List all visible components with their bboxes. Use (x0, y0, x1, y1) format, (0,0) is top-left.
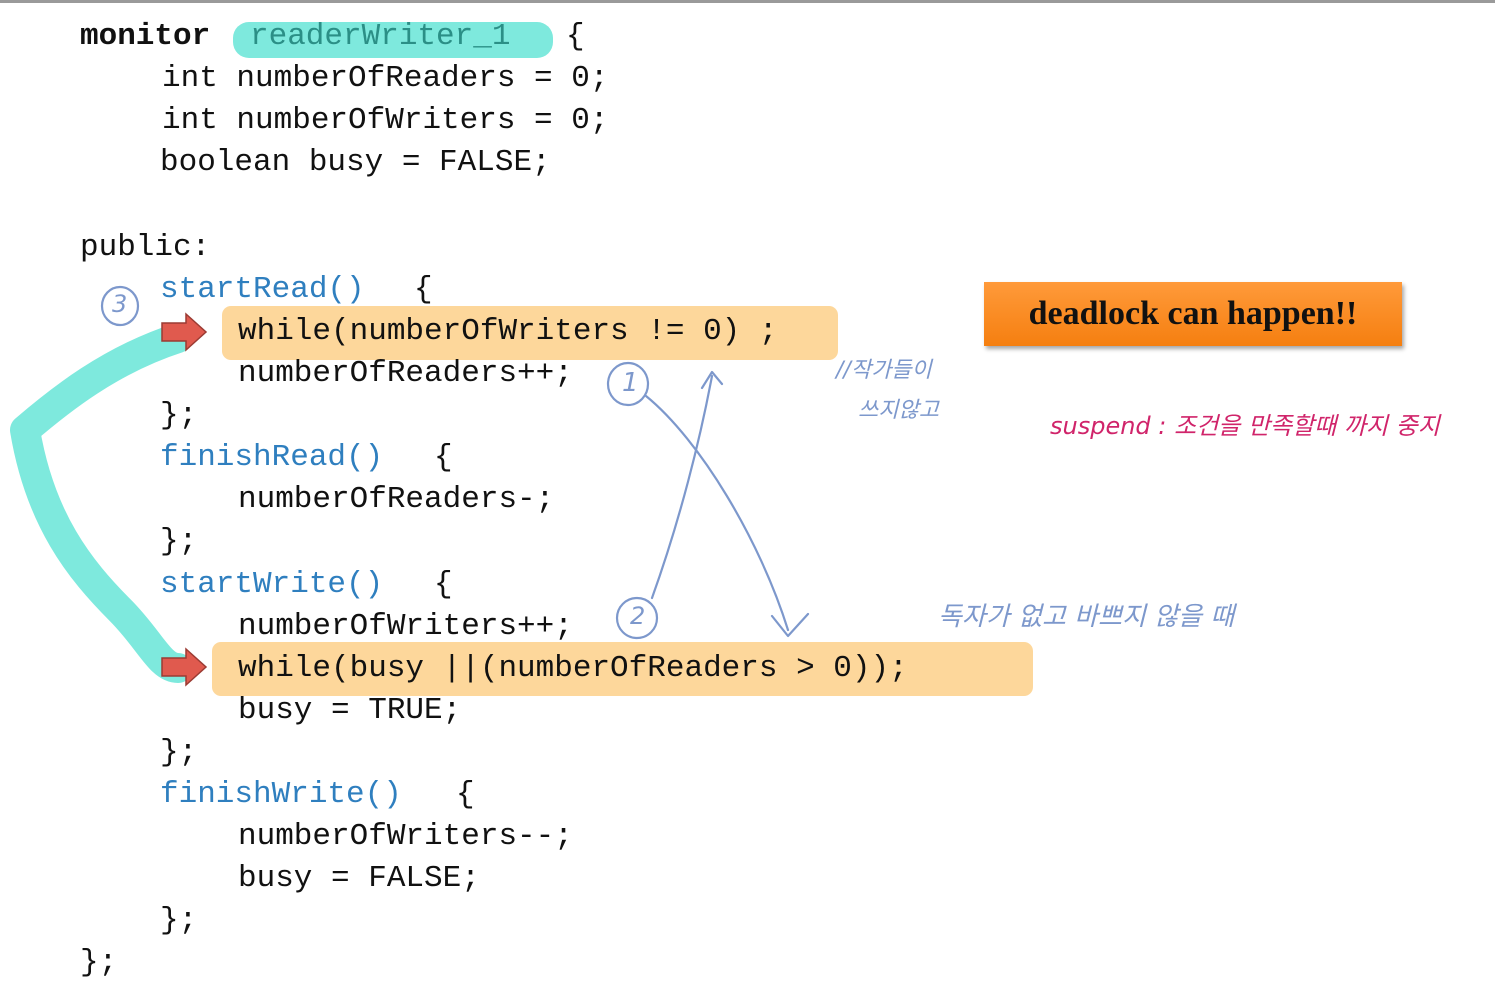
writers-note-line2: 쓰지않고 (858, 398, 939, 423)
circle-3-label: 3 (112, 290, 128, 318)
circle-2-label: 2 (630, 602, 646, 630)
writers-note-line1: //작가들이 (836, 358, 932, 383)
suspend-note: suspend : 조건을 만족할때 까지 중지 (1050, 412, 1440, 440)
circle-1-label: 1 (622, 368, 639, 398)
reader-note: 독자가 없고 바쁘지 않을 때 (938, 602, 1235, 632)
handwritten-arrows (100, 285, 810, 640)
